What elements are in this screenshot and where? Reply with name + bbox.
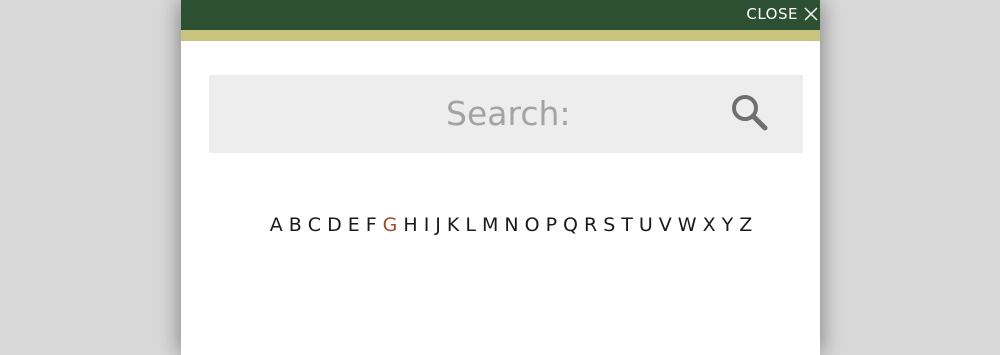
letter-link-s[interactable]: S [603, 212, 615, 239]
letter-link-f[interactable]: F [366, 212, 377, 239]
close-icon [804, 7, 818, 21]
letter-link-l[interactable]: L [465, 212, 476, 239]
letter-link-o[interactable]: O [525, 212, 540, 239]
letter-link-x[interactable]: X [703, 212, 716, 239]
letter-link-n[interactable]: N [504, 212, 518, 239]
close-button[interactable]: CLOSE [746, 3, 818, 25]
letter-link-d[interactable]: D [327, 212, 342, 239]
search-placeholder: Search: [446, 94, 571, 133]
letter-link-h[interactable]: H [403, 212, 417, 239]
letter-link-q[interactable]: Q [563, 212, 578, 239]
modal-header-bar: CLOSE [181, 0, 820, 30]
letter-link-g[interactable]: G [383, 212, 398, 239]
letter-link-w[interactable]: W [678, 212, 697, 239]
letter-link-t[interactable]: T [621, 212, 633, 239]
header-accent-stripe [181, 30, 820, 41]
letter-link-c[interactable]: C [308, 212, 321, 239]
alphabet-filter: ABCDEFGHIJKLMNOPQRSTUVWXYZ [241, 212, 781, 239]
letter-link-p[interactable]: P [546, 212, 557, 239]
close-label: CLOSE [746, 5, 798, 23]
letter-link-a[interactable]: A [270, 212, 283, 239]
letter-link-k[interactable]: K [447, 212, 459, 239]
letter-link-z[interactable]: Z [739, 212, 752, 239]
search-input[interactable]: Search: [209, 75, 803, 153]
letter-link-u[interactable]: U [639, 212, 653, 239]
letter-link-b[interactable]: B [289, 212, 302, 239]
search-modal: CLOSE Search: ABCDEFGHIJKLMNOPQRSTUVWXYZ [181, 0, 820, 355]
letter-link-r[interactable]: R [584, 212, 597, 239]
letter-link-y[interactable]: Y [722, 212, 734, 239]
letter-link-j[interactable]: J [435, 212, 441, 239]
letter-link-m[interactable]: M [482, 212, 498, 239]
search-icon[interactable] [729, 92, 769, 132]
letter-link-e[interactable]: E [348, 212, 360, 239]
letter-link-v[interactable]: V [659, 212, 672, 239]
letter-link-i[interactable]: I [424, 212, 430, 239]
